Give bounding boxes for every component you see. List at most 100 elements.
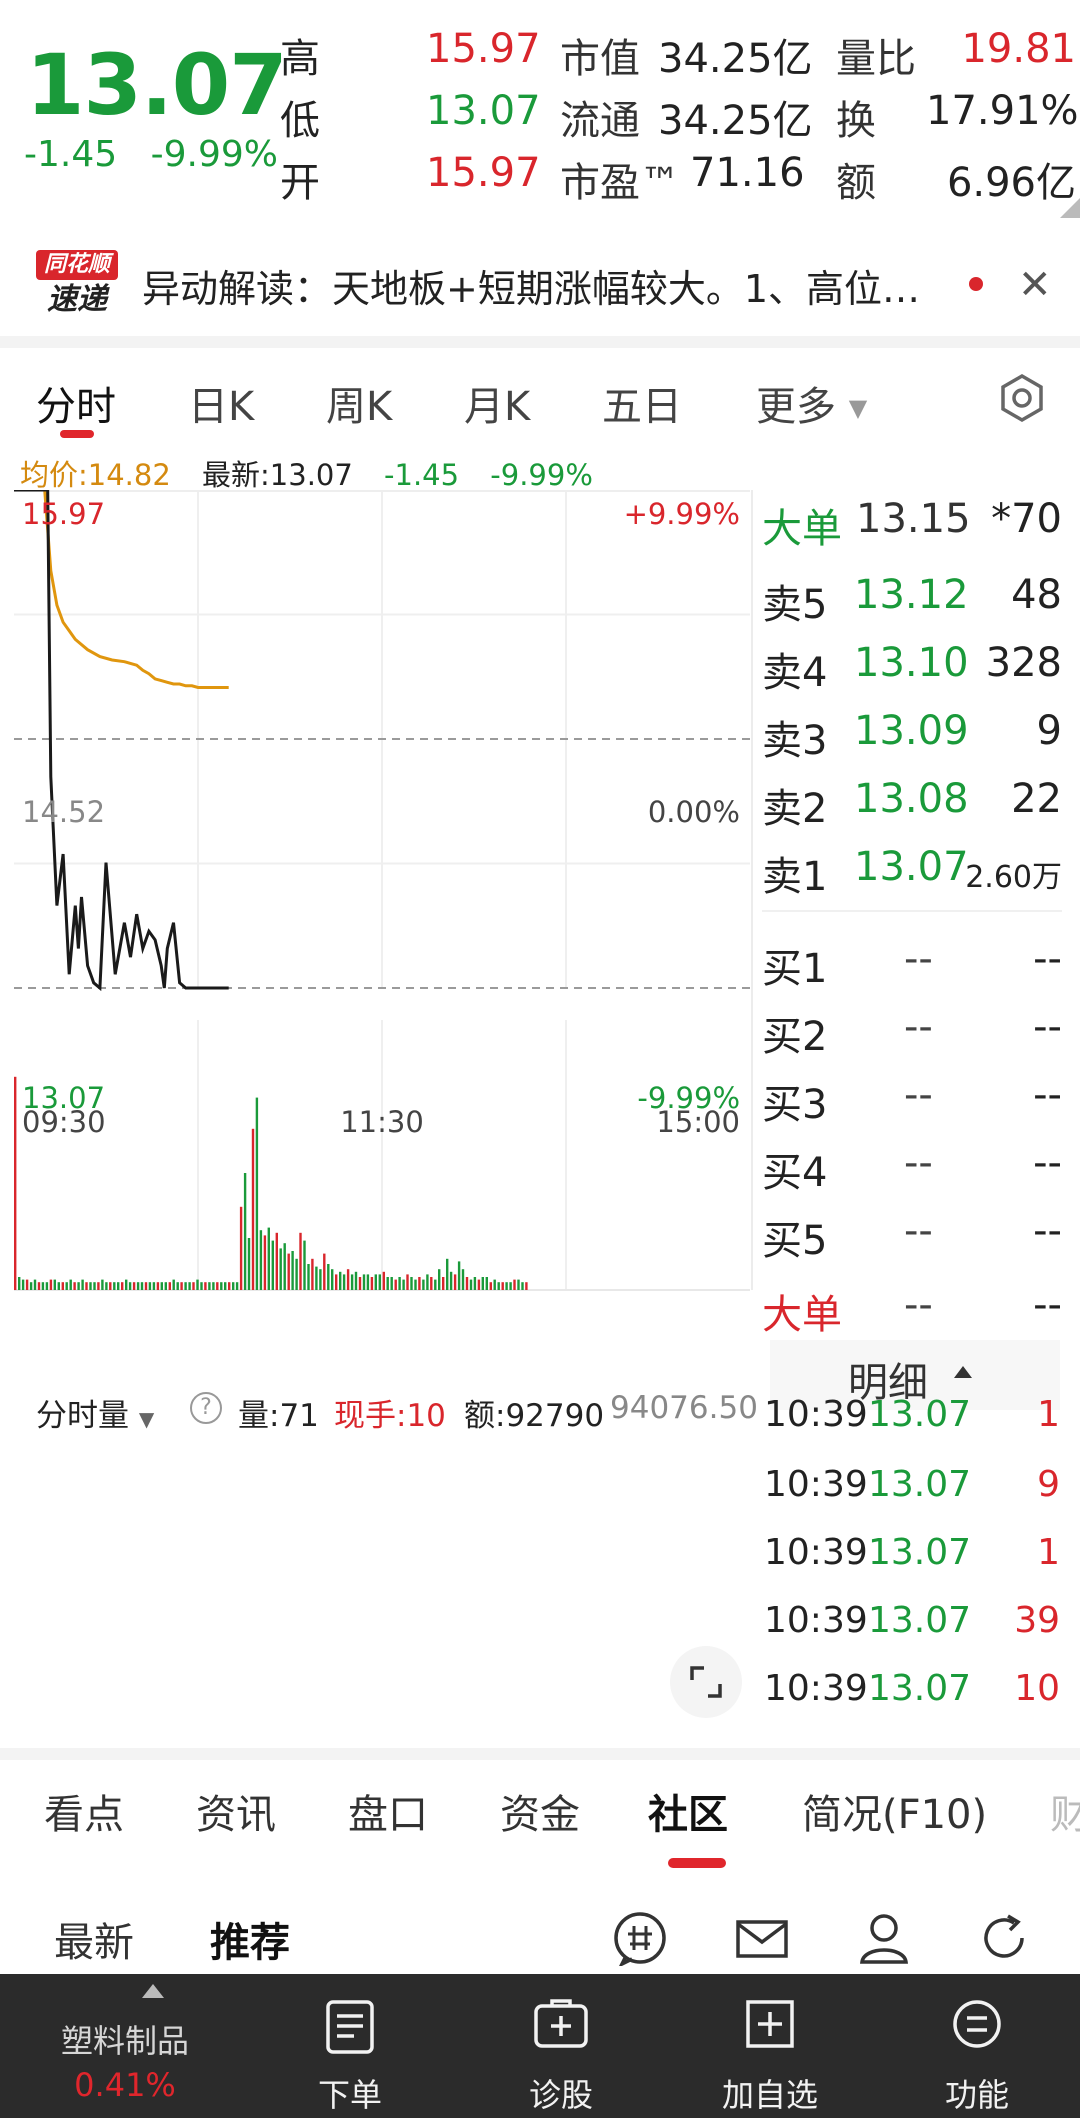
volume-bar	[101, 1279, 104, 1290]
order-big-buy[interactable]: 大单 -- --	[762, 1282, 1062, 1338]
volume-bar	[232, 1282, 235, 1290]
order-bid-3[interactable]: 买3 -- --	[762, 1072, 1062, 1128]
post-icon[interactable]	[612, 1910, 668, 1966]
tab-weekly-k[interactable]: 周K	[326, 374, 392, 432]
tab-community[interactable]: 社区	[648, 1782, 728, 1840]
tab-highlights[interactable]: 看点	[44, 1782, 124, 1840]
tab-five-day[interactable]: 五日	[602, 374, 682, 432]
volume-bar	[398, 1277, 401, 1290]
tab-profile[interactable]: 简况(F10)	[802, 1782, 987, 1840]
volume-bar	[513, 1279, 516, 1290]
volume-bar	[481, 1277, 484, 1290]
tab-latest[interactable]: 最新	[54, 1910, 134, 1968]
tab-intraday[interactable]: 分时	[36, 374, 116, 432]
alert-text[interactable]: 异动解读：天地板+短期涨幅较大。1、高位…	[142, 258, 920, 313]
volume-bar	[374, 1274, 377, 1290]
volume-bar	[323, 1253, 326, 1290]
volume-bar	[493, 1279, 496, 1290]
volume-bar	[509, 1282, 512, 1290]
order-price: --	[904, 1208, 933, 1254]
volume-bar	[113, 1282, 116, 1290]
tab-capital-flow[interactable]: 资金	[500, 1782, 580, 1840]
volume-bar	[406, 1274, 409, 1290]
order-price: --	[904, 1282, 933, 1328]
help-icon[interactable]: ?	[190, 1392, 222, 1424]
order-ask-4[interactable]: 卖4 13.10 328	[762, 640, 1062, 696]
order-bid-5[interactable]: 买5 -- --	[762, 1208, 1062, 1264]
order-ask-1[interactable]: 卖1 13.07 2.60万	[762, 844, 1062, 900]
volume-bar	[235, 1282, 239, 1290]
volume-bar	[73, 1282, 76, 1290]
nav-add-watchlist[interactable]: 加自选	[700, 1974, 840, 2118]
nav-order-label: 下单	[317, 2076, 382, 2114]
volume-bar	[53, 1279, 56, 1290]
expand-corner-icon[interactable]	[1060, 198, 1080, 218]
tab-monthly-k[interactable]: 月K	[464, 374, 530, 432]
order-label: 卖4	[762, 650, 828, 696]
close-icon[interactable]: ✕	[1018, 262, 1052, 308]
tab-news[interactable]: 资讯	[196, 1782, 276, 1840]
order-label: 卖3	[762, 718, 828, 764]
nav-functions[interactable]: 功能	[912, 1974, 1042, 2118]
volume-bar	[414, 1279, 417, 1290]
amount-label: 额	[836, 160, 876, 206]
order-ask-2[interactable]: 卖2 13.08 22	[762, 776, 1062, 832]
order-label: 买2	[762, 1014, 828, 1060]
fullscreen-icon[interactable]	[670, 1646, 742, 1718]
mail-icon[interactable]	[734, 1910, 790, 1966]
volume-bar	[109, 1282, 112, 1290]
volume-bar	[295, 1258, 298, 1290]
current-hand: 现手:10	[334, 1398, 446, 1434]
pct-tick-top: +9.99%	[624, 497, 740, 531]
volume-bar	[331, 1269, 334, 1290]
intraday-chart[interactable]: 15.97 14.52 13.07 +9.99% 0.00% -9.99% 09…	[0, 490, 760, 1740]
tab-daily-k[interactable]: 日K	[188, 374, 254, 432]
volume-bar	[251, 1128, 255, 1290]
tab-more[interactable]: 更多 ▼	[756, 374, 867, 432]
refresh-icon[interactable]	[976, 1910, 1032, 1966]
order-bid-1[interactable]: 买1 -- --	[762, 936, 1062, 992]
volume-mode-dropdown[interactable]: 分时量 ▼	[36, 1390, 154, 1435]
nav-order[interactable]: 下单	[290, 1974, 410, 2118]
user-icon[interactable]	[856, 1910, 912, 1966]
trade-price: 13.07	[868, 1532, 972, 1573]
tab-recommended[interactable]: 推荐	[210, 1910, 290, 1968]
sector-change: 0.41%	[74, 2066, 176, 2104]
caret-up-icon	[954, 1366, 972, 1378]
order-bid-2[interactable]: 买2 -- --	[762, 1004, 1062, 1060]
order-price: --	[904, 1072, 933, 1118]
volume-bar	[489, 1282, 492, 1290]
stat-low-value: 13.07	[426, 88, 541, 134]
order-price: 13.10	[854, 640, 969, 686]
order-ask-5[interactable]: 卖5 13.12 48	[762, 572, 1062, 628]
volume-bar	[239, 1206, 243, 1290]
volume-bar	[517, 1279, 520, 1290]
nav-diagnose[interactable]: 诊股	[496, 1974, 626, 2118]
sector-indicator[interactable]: 塑料制品 0.41%	[30, 1974, 220, 2118]
volume-bar	[319, 1269, 322, 1290]
volume-bar	[386, 1277, 389, 1290]
volume-bar	[220, 1282, 223, 1290]
volume-bar	[473, 1277, 477, 1290]
settings-icon[interactable]	[996, 372, 1048, 424]
alert-banner[interactable]: 同花顺 速递 异动解读：天地板+短期涨幅较大。1、高位…	[0, 240, 1080, 330]
divider	[0, 336, 1080, 348]
volume-bar	[382, 1271, 385, 1290]
volume-bar	[77, 1282, 80, 1290]
order-bid-4[interactable]: 买4 -- --	[762, 1140, 1062, 1196]
volume-bar	[485, 1277, 488, 1290]
order-ask-3[interactable]: 卖3 13.09 9	[762, 708, 1062, 764]
order-big-sell[interactable]: 大单 13.15 *70	[762, 496, 1062, 552]
tab-finance[interactable]: 财	[1050, 1782, 1080, 1840]
tab-order-book[interactable]: 盘口	[348, 1782, 428, 1840]
nav-diagnose-label: 诊股	[528, 2076, 593, 2114]
order-volume: --	[1033, 1072, 1062, 1118]
volume-bar	[184, 1282, 187, 1290]
trade-time: 10:39	[764, 1668, 868, 1709]
volume-bar	[394, 1279, 397, 1290]
stat-high-value: 15.97	[426, 26, 541, 72]
order-label: 买1	[762, 946, 828, 992]
trade-price: 13.07	[868, 1464, 972, 1505]
order-price: 13.08	[854, 776, 969, 822]
volume-bar	[390, 1277, 393, 1290]
